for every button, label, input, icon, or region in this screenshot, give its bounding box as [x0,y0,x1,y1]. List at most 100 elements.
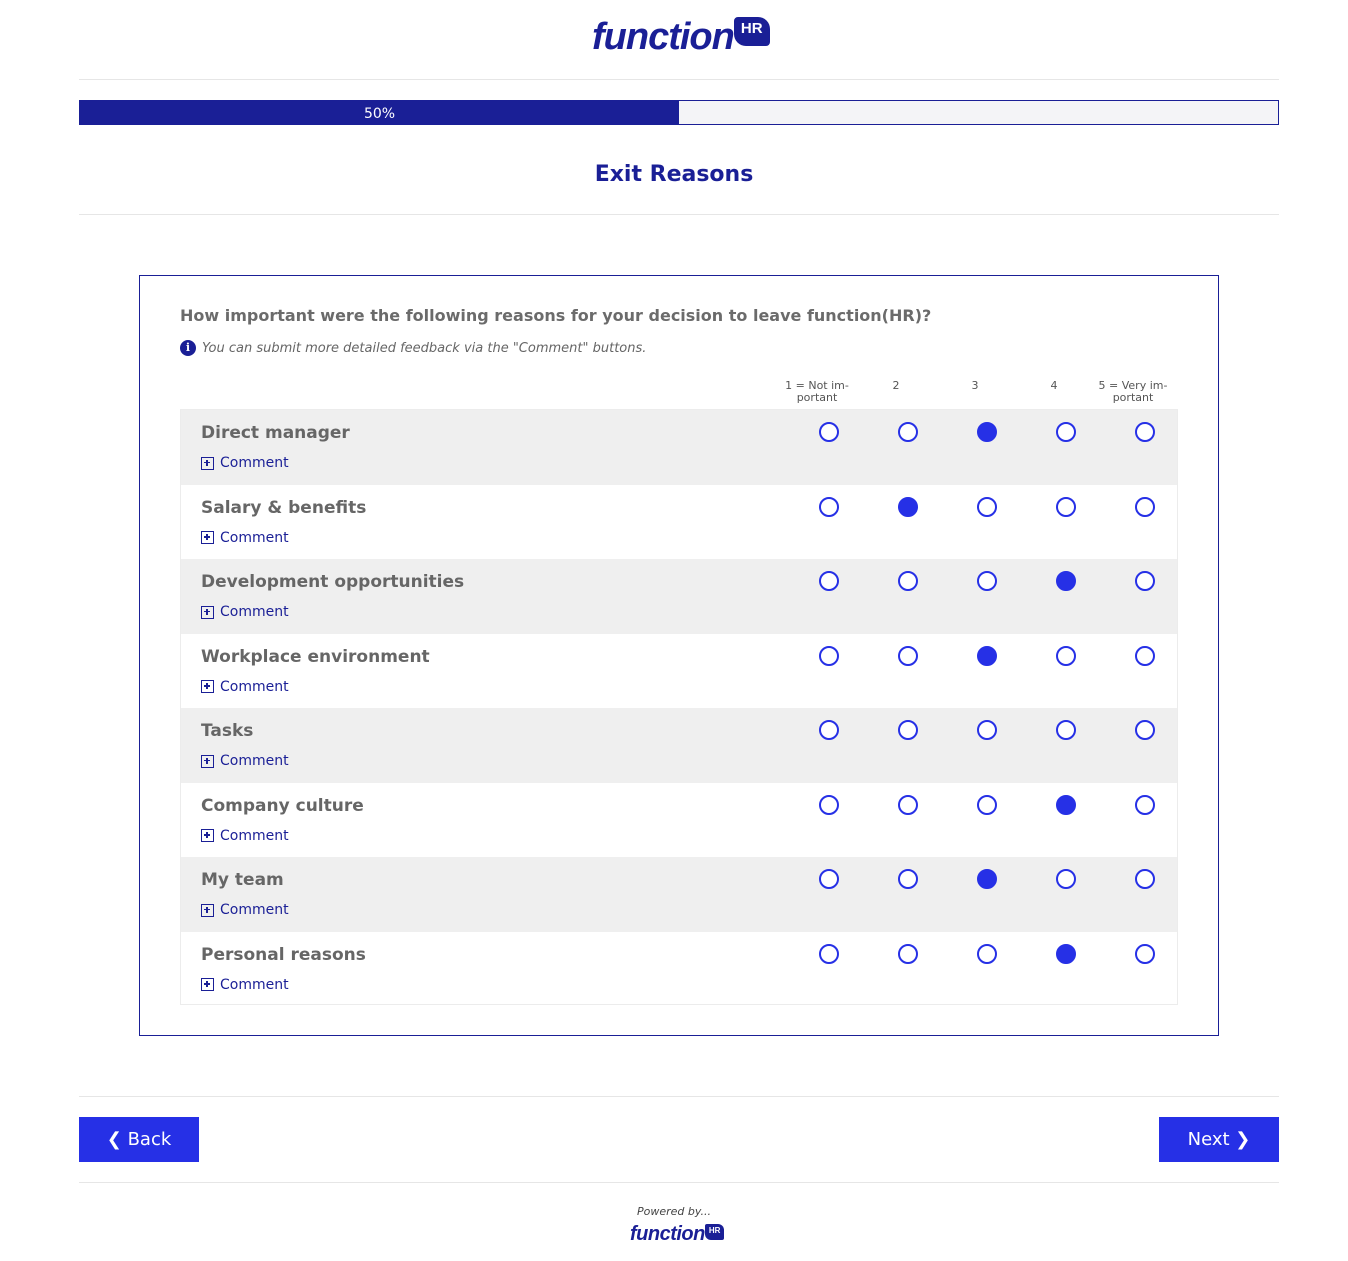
rating-radio-2[interactable] [898,496,918,517]
rating-radio-4[interactable] [1056,496,1076,517]
divider [79,1182,1279,1183]
rating-radio-4[interactable] [1056,422,1076,442]
comment-toggle[interactable]: Comment [201,902,289,918]
plus-square-icon [201,978,214,991]
comment-toggle[interactable]: Comment [201,977,289,993]
table-row: Personal reasons Comment [181,932,1177,1007]
comment-label: Comment [220,976,289,993]
comment-toggle[interactable]: Comment [201,604,289,620]
chevron-left-icon: ❮ [106,1129,122,1150]
rating-radio-5[interactable] [1135,571,1155,591]
next-button[interactable]: Next ❯ [1159,1117,1279,1162]
info-hint: i You can submit more detailed feedback … [180,340,646,356]
row-label: Development opportunities [201,572,465,592]
back-button[interactable]: ❮ Back [79,1117,199,1162]
rating-radio-5[interactable] [1135,794,1155,815]
footer-logo-text: function [630,1223,705,1245]
rating-radio-4[interactable] [1056,869,1076,889]
column-header-4: 4 [1050,379,1058,392]
plus-square-icon [201,903,214,917]
row-label: Direct manager [201,423,350,443]
plus-square-icon [201,680,214,693]
row-label: Workplace environment [201,646,430,667]
progress-label: 50% [363,106,396,122]
rating-radio-1[interactable] [819,943,839,964]
rating-radio-5[interactable] [1135,720,1155,740]
divider [79,1096,1279,1097]
rating-radio-2[interactable] [898,720,918,740]
rating-radio-4[interactable] [1056,720,1076,740]
rating-radio-4[interactable] [1056,571,1076,591]
rating-radio-2[interactable] [898,943,918,964]
comment-label: Comment [220,827,289,844]
rating-radio-1[interactable] [819,496,839,517]
table-row: Company culture Comment [181,783,1177,858]
rating-radio-3[interactable] [977,496,997,517]
row-label: My team [201,870,284,890]
divider [79,214,1279,215]
row-label: Salary & benefits [201,497,367,518]
rating-radio-1[interactable] [819,720,839,740]
rating-radio-3[interactable] [977,720,997,740]
chevron-right-icon: ❯ [1235,1129,1251,1150]
rating-radio-2[interactable] [898,794,918,815]
progress-bar: 50% [79,100,1279,125]
rating-radio-2[interactable] [898,422,918,442]
page-title: Exit Reasons [594,162,754,187]
rating-radio-1[interactable] [819,422,839,442]
rating-radio-1[interactable] [819,645,839,666]
comment-toggle[interactable]: Comment [201,828,289,844]
function-hr-logo: function HR [592,14,770,60]
rating-radio-1[interactable] [819,794,839,815]
rating-radio-5[interactable] [1135,422,1155,442]
info-text: You can submit more detailed feedback vi… [202,340,647,356]
rating-radio-3[interactable] [977,422,997,442]
rating-radio-3[interactable] [977,645,997,666]
rating-radio-4[interactable] [1056,794,1076,815]
rating-radio-2[interactable] [898,571,918,591]
column-header-1: 1 = Not im- portant [785,379,849,404]
rating-radio-1[interactable] [819,571,839,591]
logo-badge: HR [733,17,770,46]
rating-radio-5[interactable] [1135,645,1155,666]
rating-radio-1[interactable] [819,869,839,889]
comment-toggle[interactable]: Comment [201,455,289,471]
table-row: My team Comment [181,857,1177,932]
comment-label: Comment [220,678,289,695]
comment-label: Comment [220,529,289,546]
plus-square-icon [201,456,214,470]
rating-radio-3[interactable] [977,869,997,889]
rating-radio-3[interactable] [977,794,997,815]
rating-radio-5[interactable] [1135,943,1155,964]
next-label: Next [1187,1129,1230,1150]
comment-label: Comment [220,604,289,620]
footer-logo: function HR [630,1222,725,1246]
back-label: Back [127,1129,172,1150]
rating-radio-4[interactable] [1056,943,1076,964]
info-icon: i [180,340,196,356]
table-row: Salary & benefits Comment [181,485,1177,560]
column-header-3: 3 [971,379,979,392]
rating-radio-3[interactable] [977,943,997,964]
rating-radio-5[interactable] [1135,496,1155,517]
comment-label: Comment [220,902,289,918]
logo-text: function [592,16,735,58]
comment-toggle[interactable]: Comment [201,530,289,546]
rating-radio-5[interactable] [1135,869,1155,889]
row-label: Personal reasons [201,944,366,965]
comment-label: Comment [220,753,289,769]
powered-by: Powered by... [636,1205,712,1218]
table-row: Tasks Comment [181,708,1177,783]
comment-toggle[interactable]: Comment [201,679,289,695]
plus-square-icon [201,829,214,842]
comment-toggle[interactable]: Comment [201,753,289,769]
question-text: How important were the following reasons… [180,306,932,325]
rating-grid: Direct manager Comment Salary & benefits Co… [180,409,1178,1005]
rating-radio-3[interactable] [977,571,997,591]
rating-radio-4[interactable] [1056,645,1076,666]
footer-logo-badge: HR [704,1224,725,1240]
question-panel: How important were the following reasons… [139,275,1219,1036]
rating-radio-2[interactable] [898,645,918,666]
rating-radio-2[interactable] [898,869,918,889]
header: function HR [0,0,1348,79]
